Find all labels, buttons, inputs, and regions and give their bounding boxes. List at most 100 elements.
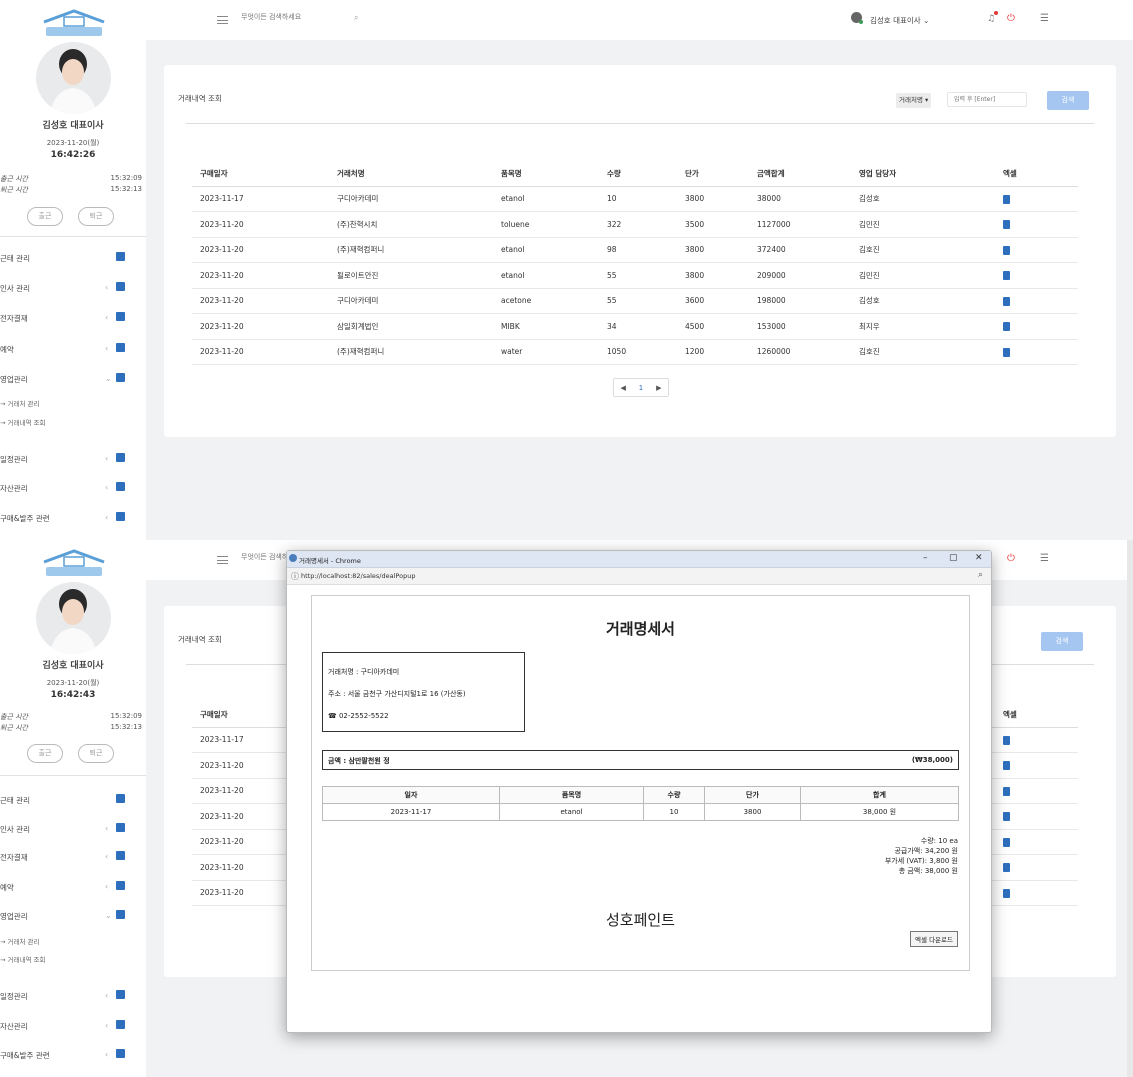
vendor-box: 거래처명 : 구디아카데미 주소 : 서울 금천구 가산디지털1로 16 (가산… [322, 652, 525, 732]
table-cell: 2023-11-20 [192, 262, 329, 289]
excel-file-icon[interactable] [1003, 761, 1010, 770]
table-cell: 1050 [599, 339, 677, 365]
search-icon[interactable]: ⌕ [354, 13, 358, 23]
popup-url[interactable]: http://localhost:82/sales/dealPopup [301, 572, 415, 580]
close-icon[interactable]: ✕ [975, 553, 983, 563]
item-table: 일자 품목명 수량 단가 합계 2023-11-17 etanol 10 380… [322, 786, 959, 821]
checkin-button[interactable]: 출근 [27, 207, 63, 226]
company-name: 성호페인트 [605, 911, 675, 929]
deal-history-card: 거래내역 조회 거래처명 ▾ 검색 구매일자거래처명품목명수량단가금액합계영업 … [164, 65, 1116, 437]
excel-file-icon[interactable] [1003, 245, 1010, 255]
next-page-button[interactable]: ▶ [656, 384, 661, 392]
table-cell: 1200 [677, 339, 749, 365]
scrollbar[interactable] [1127, 540, 1133, 1077]
submenu-deal-history-2[interactable]: → 거래내역 조회 [0, 954, 45, 964]
search-button[interactable]: 검색 [1047, 91, 1089, 110]
user-menu[interactable]: 김성호 대표이사 ⌄ [870, 15, 929, 26]
excel-file-icon[interactable] [1003, 271, 1010, 280]
assets-icon [116, 1020, 125, 1029]
table-cell: 98 [599, 237, 677, 263]
power-icon[interactable]: ⏻ [1007, 553, 1015, 564]
table-row[interactable]: 2023-11-20(주)재혁컴퍼니etanol983800372400김호진 [192, 237, 1078, 263]
avatar-2 [36, 582, 111, 654]
menu-approval-2[interactable]: 전자결재 ‹ [0, 851, 146, 863]
menu-schedule-2[interactable]: 일정관리 ‹ [0, 990, 146, 1002]
page-1-button[interactable]: 1 [639, 384, 643, 392]
table-row[interactable]: 2023-11-20될로이트안진etanol553800209000김민진 [192, 262, 1078, 289]
search-input[interactable] [241, 13, 331, 21]
zoom-icon[interactable]: ⌕ [978, 570, 983, 580]
menu-reservation[interactable]: 예약 ‹ [0, 343, 146, 355]
excel-file-icon[interactable] [1003, 786, 1010, 796]
excel-file-icon[interactable] [1003, 220, 1010, 229]
table-cell: (주)재혁컴퍼니 [329, 339, 493, 365]
list-icon[interactable]: ☰ [1040, 13, 1049, 24]
prev-page-button[interactable]: ◀ [620, 384, 625, 392]
checkin-time: 15:32:09 [110, 174, 142, 182]
excel-file-icon[interactable] [1003, 322, 1010, 331]
logo[interactable] [38, 8, 110, 38]
col-header: 엑셀 [995, 161, 1078, 187]
sidebar: 김성호 대표이사 2023-11-20(월) 16:42:26 출근 시간 15:… [0, 0, 146, 540]
bell-icon[interactable]: ♫ [987, 14, 995, 24]
excel-file-icon[interactable] [1003, 812, 1010, 821]
table-row[interactable]: 2023-11-20구디아카데미acetone553600198000김성호 [192, 288, 1078, 314]
table-cell: 2023-11-20 [192, 313, 329, 340]
menu-approval[interactable]: 전자결재 ‹ [0, 312, 146, 324]
menu-assets-2[interactable]: 자산관리 ‹ [0, 1020, 146, 1032]
excel-file-icon[interactable] [1003, 296, 1010, 306]
table-cell: water [493, 339, 599, 365]
table-cell: 2023-11-20 [192, 288, 329, 314]
menu-assets[interactable]: 자산관리 ‹ [0, 482, 146, 494]
menu-purchase-2[interactable]: 구매&발주 관련 ‹ [0, 1049, 146, 1061]
excel-download-button[interactable]: 엑셀 다운로드 [910, 931, 958, 947]
maximize-icon[interactable]: ▢ [949, 553, 958, 563]
excel-file-icon[interactable] [1003, 735, 1010, 745]
checkout-button-2[interactable]: 퇴근 [78, 744, 114, 763]
table-row[interactable]: 2023-11-20삼일회계법인MIBK344500153000최지우 [192, 313, 1078, 340]
table-cell: (주)재혁컴퍼니 [329, 237, 493, 263]
menu-hr-2[interactable]: 인사 관리 ‹ [0, 823, 146, 835]
excel-file-icon[interactable] [1003, 194, 1010, 204]
keyword-input[interactable] [947, 92, 1027, 107]
table-row[interactable]: 2023-11-20(주)재혁컴퍼니water105012001260000김호… [192, 339, 1078, 365]
excel-cell [995, 803, 1078, 830]
logo-2[interactable] [38, 548, 110, 578]
col-date: 일자 [322, 786, 500, 804]
hr-icon [116, 282, 125, 291]
attendance-icon [116, 794, 125, 803]
excel-file-icon[interactable] [1003, 837, 1010, 847]
table-cell: MIBK [493, 313, 599, 340]
checkout-button[interactable]: 퇴근 [78, 207, 114, 226]
filter-select[interactable]: 거래처명 ▾ [896, 93, 932, 108]
submenu-deal-history[interactable]: → 거래내역 조회 [0, 417, 45, 427]
table-row[interactable]: 2023-11-17구디아카데미etanol10380038000김성호 [192, 186, 1078, 212]
menu-attendance[interactable]: 근태 관리 [0, 252, 146, 264]
table-cell: 3800 [677, 237, 749, 263]
menu-sales[interactable]: 영업관리 ⌄ [0, 373, 146, 385]
table-row[interactable]: 2023-11-20(주)찬혁시치toluene32235001127000김민… [192, 211, 1078, 238]
hamburger-icon[interactable] [217, 556, 228, 564]
table-cell: etanol [493, 186, 599, 212]
menu-reservation-2[interactable]: 예약 ‹ [0, 881, 146, 893]
table-cell: 3500 [677, 211, 749, 238]
menu-schedule[interactable]: 일정관리 ‹ [0, 453, 146, 465]
excel-file-icon[interactable] [1003, 347, 1010, 357]
submenu-clients-2[interactable]: → 거래처 관리 [0, 936, 39, 946]
submenu-clients[interactable]: → 거래처 관리 [0, 398, 39, 408]
list-icon[interactable]: ☰ [1040, 553, 1049, 564]
minimize-icon[interactable]: – [923, 553, 928, 563]
excel-file-icon[interactable] [1003, 863, 1010, 872]
info-icon[interactable]: ⓘ [291, 571, 299, 582]
menu-hr[interactable]: 인사 관리 ‹ [0, 282, 146, 294]
col-header: 엑셀 [995, 702, 1078, 728]
checkin-button-2[interactable]: 출근 [27, 744, 63, 763]
power-icon[interactable]: ⏻ [1007, 13, 1015, 24]
excel-cell [995, 339, 1078, 365]
menu-attendance-2[interactable]: 근태 관리 [0, 794, 146, 806]
hamburger-icon[interactable] [217, 16, 228, 24]
excel-file-icon[interactable] [1003, 888, 1010, 898]
menu-sales-2[interactable]: 영업관리 ⌄ [0, 910, 146, 922]
search-button-2[interactable]: 검색 [1041, 632, 1083, 651]
menu-purchase[interactable]: 구매&발주 관련 ‹ [0, 512, 146, 524]
